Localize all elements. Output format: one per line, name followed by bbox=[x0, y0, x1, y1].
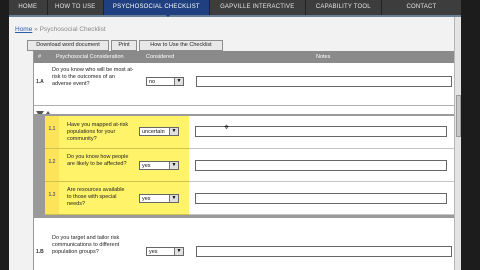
select-value: yes bbox=[142, 196, 151, 202]
header-considered: Considered bbox=[146, 54, 175, 60]
chevron-down-icon: ▼ bbox=[174, 78, 183, 85]
table-row: 1.A Do you know who will be most at-risk… bbox=[34, 63, 455, 106]
header-num: # bbox=[38, 54, 42, 60]
video-frame: HOME HOW TO USE PSYCHOSOCIAL CHECKLIST G… bbox=[0, 0, 480, 270]
notes-input[interactable] bbox=[195, 126, 447, 137]
nav-contact[interactable]: CONTACT bbox=[382, 0, 461, 15]
considered-select[interactable]: yes ▼ bbox=[146, 247, 184, 256]
sub-row-number: 1.1 bbox=[45, 116, 59, 148]
chevron-down-icon: ▼ bbox=[169, 162, 178, 169]
nav-psychosocial-checklist[interactable]: PSYCHOSOCIAL CHECKLIST bbox=[103, 0, 210, 15]
nav-gapville-interactive[interactable]: GAPVILLE INTERACTIVE bbox=[210, 0, 306, 15]
sub-row-number: 1.2 bbox=[45, 149, 59, 181]
select-value: uncertain bbox=[142, 129, 165, 135]
notes-input[interactable] bbox=[195, 193, 447, 204]
sub-question-text: Do you know how people are likely to be … bbox=[67, 154, 129, 167]
sub-question-text: Have you mapped at-risk populations for … bbox=[67, 122, 129, 142]
select-value: no bbox=[149, 79, 156, 85]
checklist-area: # Psychosocial Consideration Considered … bbox=[9, 17, 455, 270]
header-notes: Notes bbox=[316, 54, 331, 60]
question-text: Do you target and tailor risk communicat… bbox=[52, 235, 120, 255]
notes-input[interactable] bbox=[195, 160, 447, 171]
select-value: yes bbox=[149, 249, 158, 255]
table-header: # Psychosocial Consideration Considered … bbox=[34, 51, 455, 63]
considered-select[interactable]: no ▼ bbox=[146, 77, 184, 86]
header-consideration: Psychosocial Consideration bbox=[56, 54, 124, 60]
considered-select[interactable]: yes ▼ bbox=[139, 194, 179, 203]
vertical-scrollbar[interactable] bbox=[454, 17, 461, 270]
top-nav: HOME HOW TO USE PSYCHOSOCIAL CHECKLIST G… bbox=[9, 0, 461, 17]
table-row: 1.B Do you target and tailor risk commun… bbox=[34, 227, 455, 267]
mouse-cursor-icon: ⌖ bbox=[224, 122, 230, 132]
nav-home[interactable]: HOME bbox=[9, 0, 48, 15]
considered-select[interactable]: uncertain ▼ bbox=[139, 127, 179, 136]
sub-question-text: Are resources available to those with sp… bbox=[67, 187, 125, 207]
sub-question-panel: 1.1 Have you mapped at-risk populations … bbox=[33, 114, 454, 218]
browser-viewport: HOME HOW TO USE PSYCHOSOCIAL CHECKLIST G… bbox=[9, 0, 461, 270]
row-number: 1.B bbox=[36, 249, 44, 255]
sub-row-number: 1.3 bbox=[45, 182, 59, 214]
sub-row: 1.2 Do you know how people are likely to… bbox=[45, 149, 454, 182]
question-text: Do you know who will be most at-risk to … bbox=[52, 67, 134, 87]
notes-input[interactable] bbox=[196, 76, 452, 87]
select-value: yes bbox=[142, 163, 151, 169]
chevron-down-icon: ▼ bbox=[169, 195, 178, 202]
sub-row: 1.1 Have you mapped at-risk populations … bbox=[45, 116, 454, 149]
nav-how-to-use[interactable]: HOW TO USE bbox=[48, 0, 104, 15]
row-number: 1.A bbox=[36, 79, 44, 85]
chevron-down-icon: ▼ bbox=[174, 248, 183, 255]
sub-row: 1.3 Are resources available to those wit… bbox=[45, 182, 454, 215]
chevron-down-icon: ▼ bbox=[169, 128, 178, 135]
nav-capability-tool[interactable]: CAPABILITY TOOL bbox=[306, 0, 382, 15]
scrollbar-thumb[interactable] bbox=[456, 95, 461, 137]
notes-input[interactable] bbox=[196, 246, 452, 257]
considered-select[interactable]: yes ▼ bbox=[139, 161, 179, 170]
